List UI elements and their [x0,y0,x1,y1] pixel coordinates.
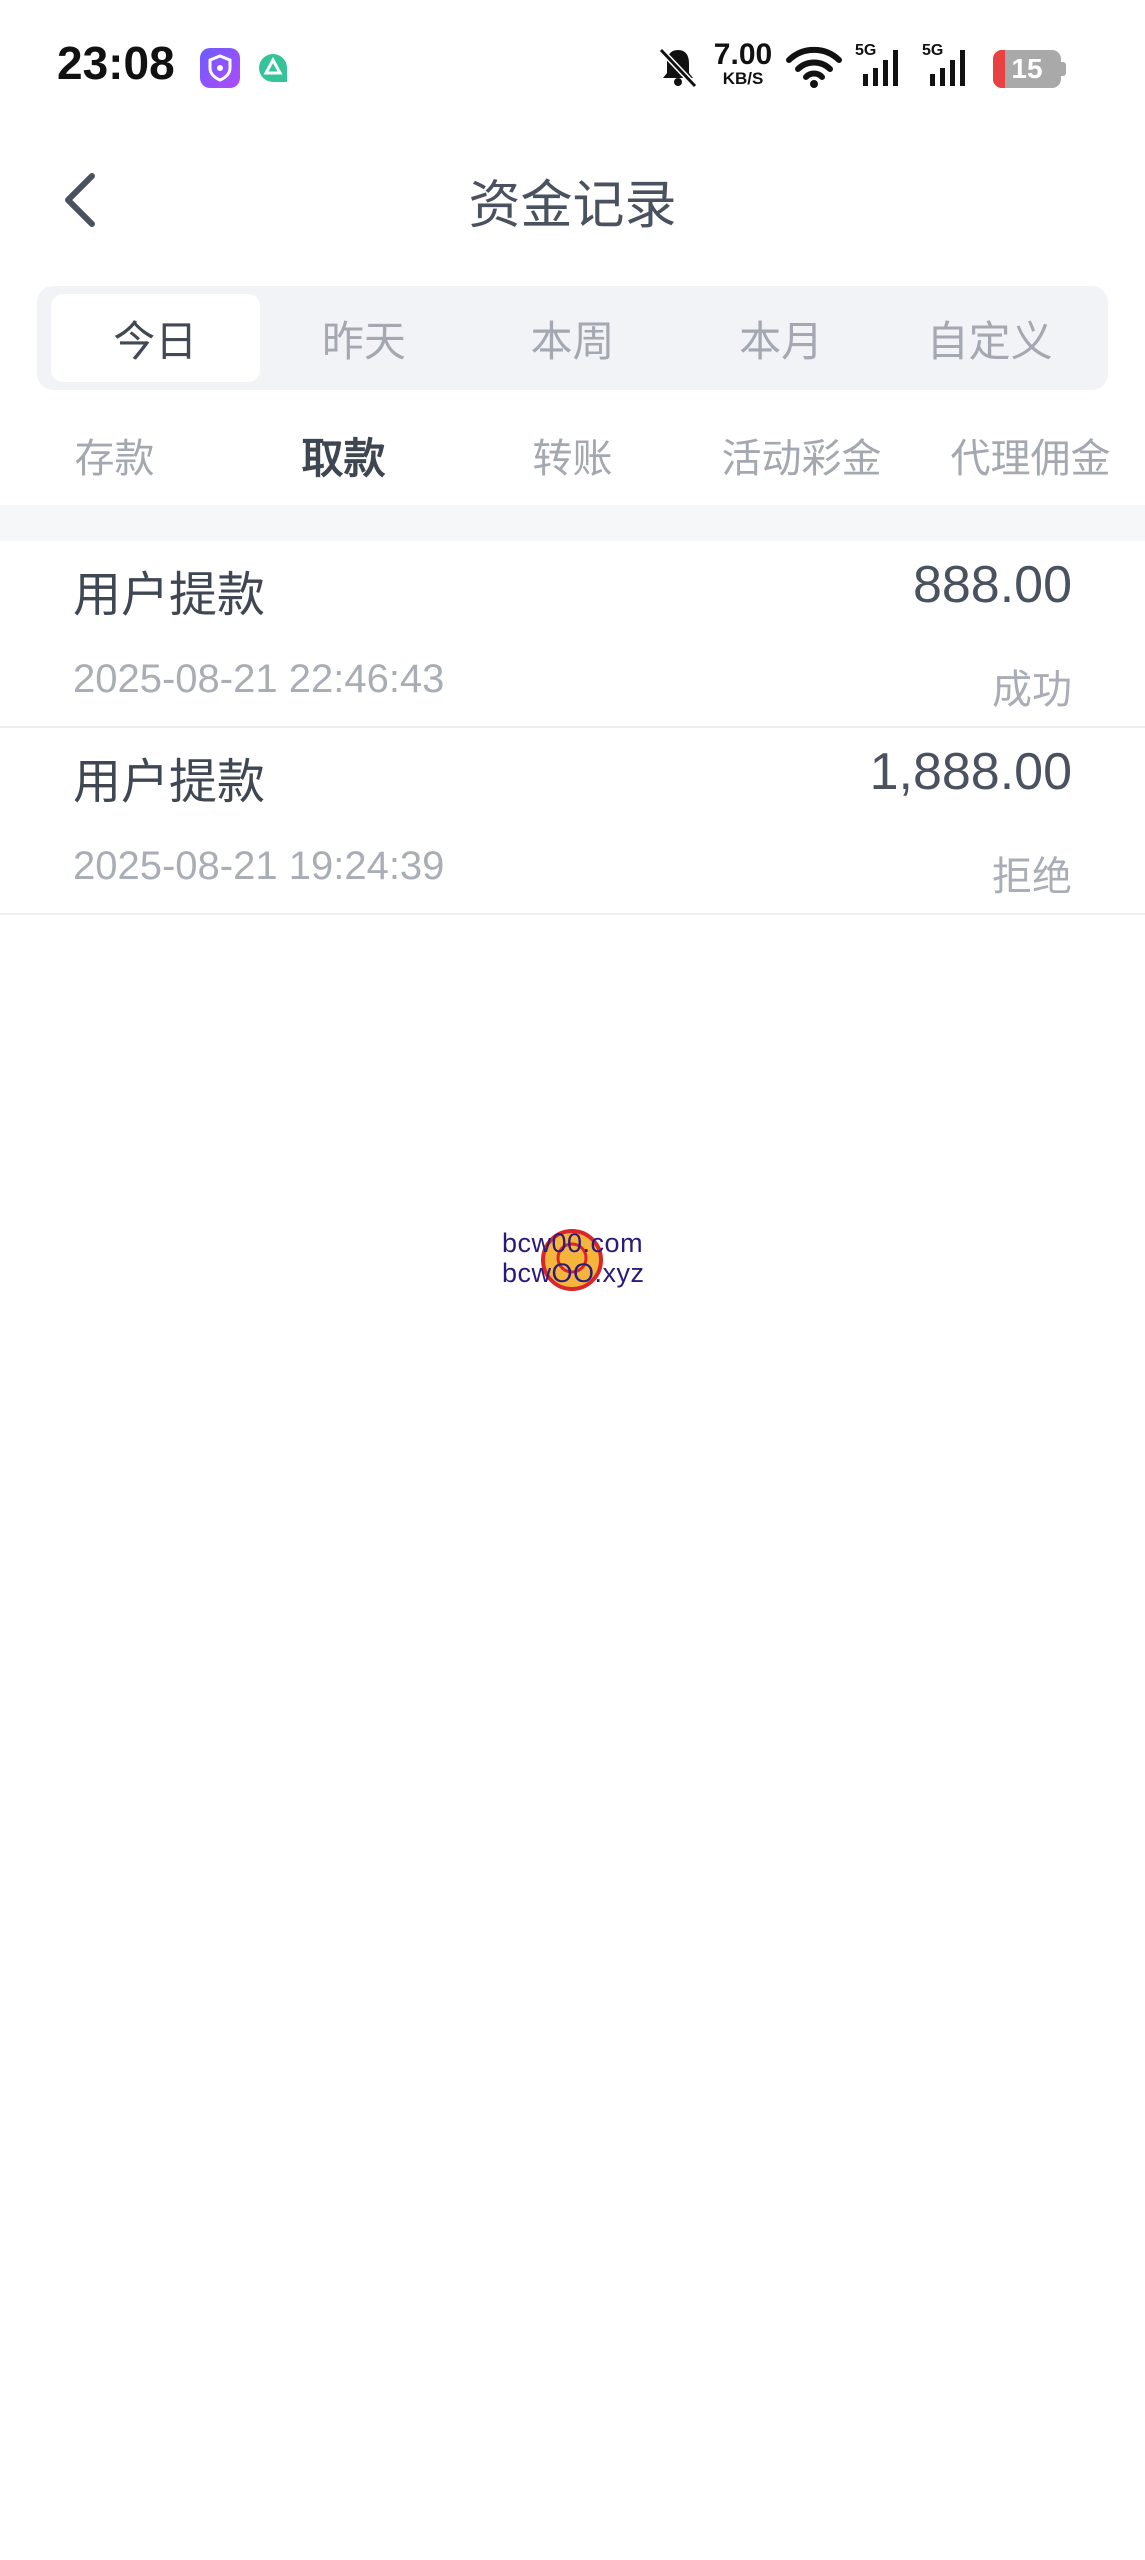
watermark: bcw00.com bcwOO.xyz [500,1228,670,1291]
record-list: 用户提款 888.00 2025-08-21 22:46:43 成功 用户提款 … [0,541,1145,915]
net-speed: 7.00 KB/S [710,40,776,88]
bell-muted-icon [655,44,701,90]
tab-this-month[interactable]: 本月 [677,294,886,382]
shield-app-icon [200,48,240,88]
section-divider [0,505,1145,541]
category-tabs: 存款 取款 转账 活动彩金 代理佣金 [0,405,1145,505]
signal-icon: 5G [922,42,980,90]
watermark-text-2: bcwOO.xyz [502,1258,645,1288]
wifi-icon [785,44,843,90]
tab-today[interactable]: 今日 [51,294,260,382]
header: 资金记录 [0,135,1145,265]
net-speed-unit: KB/S [722,69,764,88]
signal-icon: 5G [855,42,913,90]
tab-promo-bonus[interactable]: 活动彩金 [687,405,916,505]
record-time: 2025-08-21 19:24:39 [73,844,445,888]
tab-agent-commission[interactable]: 代理佣金 [916,405,1145,505]
record-status: 拒绝 [992,854,1072,900]
record-amount: 888.00 [912,556,1072,614]
tab-yesterday[interactable]: 昨天 [260,294,469,382]
record-status: 成功 [992,667,1072,713]
page-title: 资金记录 [468,176,677,236]
record-time: 2025-08-21 22:46:43 [73,657,445,701]
chat-app-icon [253,48,293,88]
tab-custom[interactable]: 自定义 [885,294,1094,382]
record-title: 用户提款 [73,567,266,623]
record-amount: 1,888.00 [869,743,1072,801]
watermark-text-1: bcw00.com [502,1228,644,1258]
status-bar: 23:08 7.00 KB/S 5G 5G 15 [0,0,1145,135]
battery-level: 15 [1011,53,1043,84]
net-speed-value: 7.00 [713,38,773,71]
record-title: 用户提款 [73,754,266,810]
list-item[interactable]: 用户提款 1,888.00 2025-08-21 19:24:39 拒绝 [0,728,1145,915]
tab-deposit[interactable]: 存款 [0,405,229,505]
tab-transfer[interactable]: 转账 [458,405,687,505]
tab-withdraw[interactable]: 取款 [229,405,458,505]
battery-icon: 15 [993,50,1067,88]
period-tabs: 今日 昨天 本周 本月 自定义 [37,286,1108,390]
tab-this-week[interactable]: 本周 [468,294,677,382]
status-time: 23:08 [57,37,175,89]
list-item[interactable]: 用户提款 888.00 2025-08-21 22:46:43 成功 [0,541,1145,728]
